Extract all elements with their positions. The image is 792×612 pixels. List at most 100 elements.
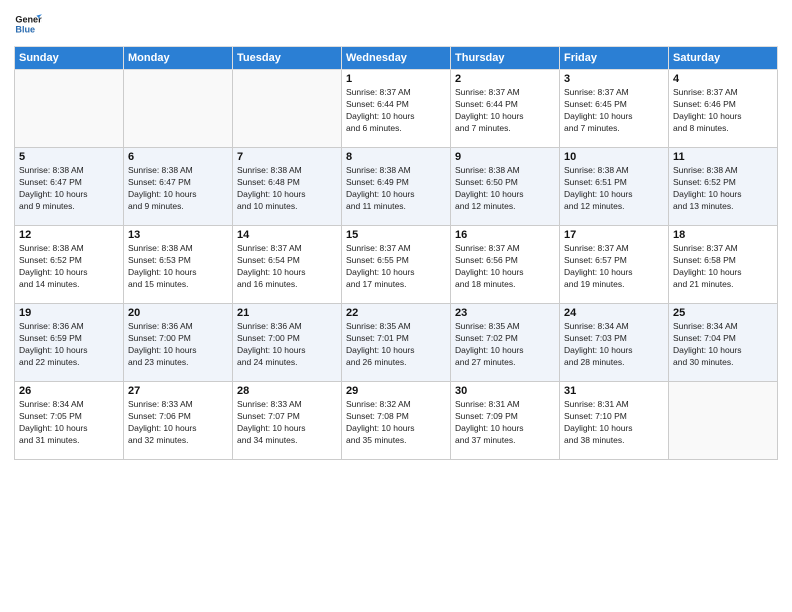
day-number: 27: [128, 385, 228, 397]
day-info: Sunrise: 8:38 AMSunset: 6:49 PMDaylight:…: [346, 165, 446, 213]
calendar-cell: [233, 70, 342, 148]
week-row-5: 26 Sunrise: 8:34 AMSunset: 7:05 PMDayligh…: [15, 382, 778, 460]
day-number: 16: [455, 229, 555, 241]
day-info: Sunrise: 8:38 AMSunset: 6:52 PMDaylight:…: [673, 165, 773, 213]
weekday-header-tuesday: Tuesday: [233, 47, 342, 70]
day-number: 22: [346, 307, 446, 319]
week-row-3: 12 Sunrise: 8:38 AMSunset: 6:52 PMDayligh…: [15, 226, 778, 304]
day-info: Sunrise: 8:33 AMSunset: 7:07 PMDaylight:…: [237, 399, 337, 447]
weekday-header-friday: Friday: [560, 47, 669, 70]
calendar: SundayMondayTuesdayWednesdayThursdayFrid…: [14, 46, 778, 460]
day-number: 9: [455, 151, 555, 163]
calendar-cell: 12 Sunrise: 8:38 AMSunset: 6:52 PMDayligh…: [15, 226, 124, 304]
weekday-header-thursday: Thursday: [451, 47, 560, 70]
day-info: Sunrise: 8:37 AMSunset: 6:46 PMDaylight:…: [673, 87, 773, 135]
calendar-cell: [15, 70, 124, 148]
day-number: 18: [673, 229, 773, 241]
day-info: Sunrise: 8:37 AMSunset: 6:45 PMDaylight:…: [564, 87, 664, 135]
day-info: Sunrise: 8:34 AMSunset: 7:05 PMDaylight:…: [19, 399, 119, 447]
calendar-cell: 11 Sunrise: 8:38 AMSunset: 6:52 PMDayligh…: [669, 148, 778, 226]
logo: General Blue: [14, 10, 46, 38]
day-number: 3: [564, 73, 664, 85]
day-number: 23: [455, 307, 555, 319]
day-number: 6: [128, 151, 228, 163]
day-number: 29: [346, 385, 446, 397]
weekday-header-saturday: Saturday: [669, 47, 778, 70]
day-info: Sunrise: 8:38 AMSunset: 6:51 PMDaylight:…: [564, 165, 664, 213]
logo-icon: General Blue: [14, 10, 42, 38]
day-info: Sunrise: 8:38 AMSunset: 6:47 PMDaylight:…: [128, 165, 228, 213]
day-number: 5: [19, 151, 119, 163]
day-info: Sunrise: 8:37 AMSunset: 6:56 PMDaylight:…: [455, 243, 555, 291]
day-info: Sunrise: 8:31 AMSunset: 7:10 PMDaylight:…: [564, 399, 664, 447]
day-info: Sunrise: 8:37 AMSunset: 6:55 PMDaylight:…: [346, 243, 446, 291]
weekday-header-wednesday: Wednesday: [342, 47, 451, 70]
day-info: Sunrise: 8:38 AMSunset: 6:52 PMDaylight:…: [19, 243, 119, 291]
calendar-cell: 6 Sunrise: 8:38 AMSunset: 6:47 PMDaylight…: [124, 148, 233, 226]
calendar-cell: 24Sunrise: 8:34 AMSunset: 7:03 PMDayligh…: [560, 304, 669, 382]
day-info: Sunrise: 8:35 AMSunset: 7:02 PMDaylight:…: [455, 321, 555, 369]
calendar-cell: 5 Sunrise: 8:38 AMSunset: 6:47 PMDaylight…: [15, 148, 124, 226]
day-number: 13: [128, 229, 228, 241]
calendar-cell: 15 Sunrise: 8:37 AMSunset: 6:55 PMDayligh…: [342, 226, 451, 304]
day-number: 1: [346, 73, 446, 85]
day-info: Sunrise: 8:37 AMSunset: 6:58 PMDaylight:…: [673, 243, 773, 291]
day-info: Sunrise: 8:37 AMSunset: 6:57 PMDaylight:…: [564, 243, 664, 291]
calendar-cell: 18 Sunrise: 8:37 AMSunset: 6:58 PMDayligh…: [669, 226, 778, 304]
day-info: Sunrise: 8:38 AMSunset: 6:47 PMDaylight:…: [19, 165, 119, 213]
day-info: Sunrise: 8:34 AMSunset: 7:03 PMDaylight:…: [564, 321, 664, 369]
day-info: Sunrise: 8:35 AMSunset: 7:01 PMDaylight:…: [346, 321, 446, 369]
day-info: Sunrise: 8:32 AMSunset: 7:08 PMDaylight:…: [346, 399, 446, 447]
day-number: 25: [673, 307, 773, 319]
day-number: 26: [19, 385, 119, 397]
day-number: 19: [19, 307, 119, 319]
calendar-cell: 17 Sunrise: 8:37 AMSunset: 6:57 PMDayligh…: [560, 226, 669, 304]
day-info: Sunrise: 8:38 AMSunset: 6:53 PMDaylight:…: [128, 243, 228, 291]
calendar-cell: 21Sunrise: 8:36 AMSunset: 7:00 PMDayligh…: [233, 304, 342, 382]
calendar-cell: 14Sunrise: 8:37 AMSunset: 6:54 PMDayligh…: [233, 226, 342, 304]
calendar-cell: 10 Sunrise: 8:38 AMSunset: 6:51 PMDayligh…: [560, 148, 669, 226]
calendar-cell: 26 Sunrise: 8:34 AMSunset: 7:05 PMDayligh…: [15, 382, 124, 460]
header: General Blue: [14, 10, 778, 38]
day-number: 28: [237, 385, 337, 397]
calendar-cell: [669, 382, 778, 460]
calendar-cell: 8 Sunrise: 8:38 AMSunset: 6:49 PMDaylight…: [342, 148, 451, 226]
svg-text:Blue: Blue: [15, 24, 35, 34]
day-number: 30: [455, 385, 555, 397]
day-number: 12: [19, 229, 119, 241]
calendar-cell: 4 Sunrise: 8:37 AMSunset: 6:46 PMDaylight…: [669, 70, 778, 148]
weekday-header-sunday: Sunday: [15, 47, 124, 70]
week-row-2: 5 Sunrise: 8:38 AMSunset: 6:47 PMDaylight…: [15, 148, 778, 226]
calendar-cell: 22 Sunrise: 8:35 AMSunset: 7:01 PMDayligh…: [342, 304, 451, 382]
day-number: 15: [346, 229, 446, 241]
calendar-cell: 16 Sunrise: 8:37 AMSunset: 6:56 PMDayligh…: [451, 226, 560, 304]
calendar-cell: 30Sunrise: 8:31 AMSunset: 7:09 PMDayligh…: [451, 382, 560, 460]
calendar-cell: 13 Sunrise: 8:38 AMSunset: 6:53 PMDayligh…: [124, 226, 233, 304]
day-info: Sunrise: 8:36 AMSunset: 7:00 PMDaylight:…: [128, 321, 228, 369]
day-number: 17: [564, 229, 664, 241]
day-info: Sunrise: 8:37 AMSunset: 6:54 PMDaylight:…: [237, 243, 337, 291]
calendar-cell: 27 Sunrise: 8:33 AMSunset: 7:06 PMDayligh…: [124, 382, 233, 460]
day-info: Sunrise: 8:38 AMSunset: 6:48 PMDaylight:…: [237, 165, 337, 213]
calendar-cell: 23 Sunrise: 8:35 AMSunset: 7:02 PMDayligh…: [451, 304, 560, 382]
week-row-4: 19 Sunrise: 8:36 AMSunset: 6:59 PMDayligh…: [15, 304, 778, 382]
day-number: 4: [673, 73, 773, 85]
calendar-cell: 25 Sunrise: 8:34 AMSunset: 7:04 PMDayligh…: [669, 304, 778, 382]
day-number: 20: [128, 307, 228, 319]
calendar-cell: 9Sunrise: 8:38 AMSunset: 6:50 PMDaylight…: [451, 148, 560, 226]
day-info: Sunrise: 8:33 AMSunset: 7:06 PMDaylight:…: [128, 399, 228, 447]
week-row-1: 1Sunrise: 8:37 AMSunset: 6:44 PMDaylight…: [15, 70, 778, 148]
day-info: Sunrise: 8:34 AMSunset: 7:04 PMDaylight:…: [673, 321, 773, 369]
day-number: 21: [237, 307, 337, 319]
day-number: 8: [346, 151, 446, 163]
day-number: 10: [564, 151, 664, 163]
day-number: 2: [455, 73, 555, 85]
day-number: 7: [237, 151, 337, 163]
calendar-cell: 28 Sunrise: 8:33 AMSunset: 7:07 PMDayligh…: [233, 382, 342, 460]
calendar-cell: 1Sunrise: 8:37 AMSunset: 6:44 PMDaylight…: [342, 70, 451, 148]
calendar-cell: 20 Sunrise: 8:36 AMSunset: 7:00 PMDayligh…: [124, 304, 233, 382]
calendar-cell: 31Sunrise: 8:31 AMSunset: 7:10 PMDayligh…: [560, 382, 669, 460]
day-info: Sunrise: 8:36 AMSunset: 6:59 PMDaylight:…: [19, 321, 119, 369]
page: General Blue SundayMondayTuesdayWednesda…: [0, 0, 792, 612]
day-number: 11: [673, 151, 773, 163]
